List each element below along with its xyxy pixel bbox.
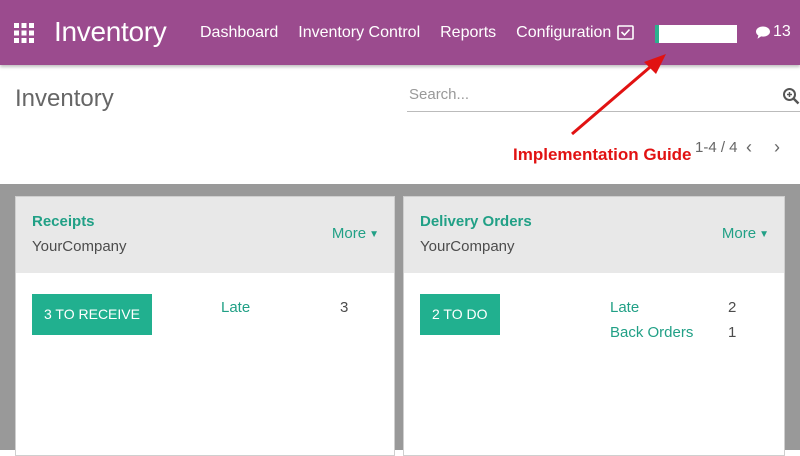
pager-next-button[interactable]: › — [774, 137, 780, 158]
annotation-label: Implementation Guide — [513, 145, 692, 164]
to-do-button[interactable]: 2 TO DO — [420, 294, 500, 335]
card-company: YourCompany — [420, 238, 515, 255]
pager-previous-button[interactable]: ‹ — [746, 137, 752, 158]
top-bar: Inventory Dashboard Inventory Control Re… — [0, 0, 800, 65]
late-link[interactable]: Late — [610, 299, 639, 316]
more-label: More — [331, 225, 367, 242]
annotation-arrow — [571, 54, 666, 136]
late-count: 2 — [728, 299, 737, 316]
kanban-card-receipts: Receipts YourCompany More ▼ 3 TO RECEIVE … — [15, 196, 395, 456]
late-count: 3 — [340, 299, 349, 316]
card-title[interactable]: Receipts — [32, 213, 95, 230]
breadcrumb: Inventory — [15, 85, 114, 112]
nav-inventory-control[interactable]: Inventory Control — [298, 24, 420, 42]
apps-grid-icon[interactable] — [14, 23, 34, 43]
app-title: Inventory — [54, 16, 167, 47]
back-orders-count: 1 — [728, 324, 737, 341]
more-label: More — [721, 225, 757, 242]
mail-check-icon[interactable] — [617, 25, 634, 40]
back-orders-link[interactable]: Back Orders — [610, 324, 693, 341]
pager-value: 1-4 / 4 — [695, 139, 738, 156]
chat-button[interactable]: 13 — [755, 23, 791, 41]
nav-dashboard[interactable]: Dashboard — [200, 24, 278, 42]
user-menu-box[interactable] — [655, 25, 737, 43]
card-company: YourCompany — [32, 238, 127, 255]
kanban-card-delivery-orders: Delivery Orders YourCompany More ▼ 2 TO D… — [403, 196, 785, 456]
search-icon[interactable] — [782, 87, 800, 105]
nav-reports[interactable]: Reports — [440, 24, 496, 42]
caret-down-icon: ▼ — [759, 229, 769, 240]
card-title[interactable]: Delivery Orders — [420, 213, 532, 230]
chat-count: 13 — [773, 23, 791, 40]
more-dropdown[interactable]: More ▼ — [332, 225, 379, 242]
late-link[interactable]: Late — [221, 299, 250, 316]
more-dropdown[interactable]: More ▼ — [722, 225, 769, 242]
card-header: Delivery Orders YourCompany More ▼ — [404, 197, 784, 273]
caret-down-icon: ▼ — [369, 229, 379, 240]
chat-bubble-icon — [756, 26, 770, 39]
card-header: Receipts YourCompany More ▼ — [16, 197, 394, 273]
main-nav: Dashboard Inventory Control Reports Conf… — [200, 24, 611, 42]
nav-configuration[interactable]: Configuration — [516, 24, 611, 42]
to-receive-button[interactable]: 3 TO RECEIVE — [32, 294, 152, 335]
